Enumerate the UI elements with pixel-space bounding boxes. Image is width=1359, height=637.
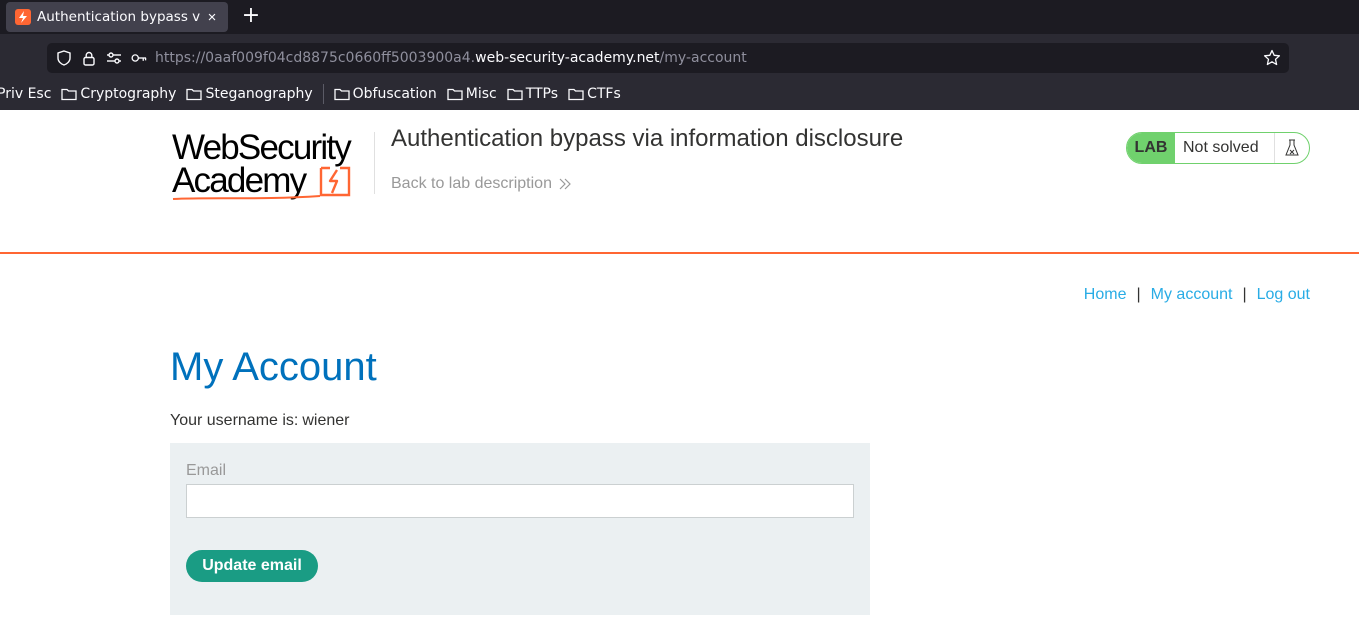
lab-title: Authentication bypass via information di… xyxy=(391,125,904,152)
tab-close-icon[interactable]: × xyxy=(204,9,220,26)
lab-status-text: Not solved xyxy=(1183,139,1259,156)
bookmark-label: Cryptography xyxy=(80,86,177,102)
folder-icon xyxy=(186,88,203,101)
web-security-academy-logo[interactable]: WebSecurity Academy xyxy=(172,130,372,202)
web-page: WebSecurity Academy Authentication bypas… xyxy=(0,110,1359,637)
double-chevron-right-icon xyxy=(559,178,571,190)
new-tab-button[interactable]: + xyxy=(240,5,262,27)
bookmark-label: Priv Esc xyxy=(0,86,52,102)
bookmark-label: CTFs xyxy=(587,86,621,102)
shield-icon[interactable] xyxy=(56,50,72,66)
update-email-button[interactable]: Update email xyxy=(186,550,318,582)
url-prefix: https://0aaf009f04cd8875c0660ff5003900a4… xyxy=(155,50,476,66)
lightning-icon xyxy=(319,166,351,197)
username-value: wiener xyxy=(302,412,350,429)
portswigger-favicon-icon xyxy=(15,9,31,25)
username-label: Your username is: xyxy=(170,412,299,429)
browser-tab[interactable]: Authentication bypass via information di… xyxy=(6,2,228,32)
header-orange-rule xyxy=(0,252,1359,254)
tab-title: Authentication bypass via information di… xyxy=(37,9,200,25)
nav-separator: | xyxy=(1136,286,1141,303)
bookmark-label: Misc xyxy=(465,86,497,102)
bookmark-star-icon[interactable] xyxy=(1263,49,1281,67)
change-email-form: Email Update email xyxy=(170,443,870,615)
nav-separator: | xyxy=(1242,286,1247,303)
bookmark-priv-esc[interactable]: Priv Esc xyxy=(0,86,51,102)
lab-status-widget: LAB Not solved xyxy=(1126,132,1310,164)
browser-nav-bar: https://0aaf009f04cd8875c0660ff5003900a4… xyxy=(0,34,1359,78)
bookmark-label: Steganography xyxy=(205,86,313,102)
nav-my-account-link[interactable]: My account xyxy=(1151,286,1233,304)
permissions-icon[interactable] xyxy=(106,50,122,66)
bookmark-ctfs[interactable]: CTFs xyxy=(568,86,621,102)
nav-home-link[interactable]: Home xyxy=(1084,286,1127,304)
back-link-label: Back to lab description xyxy=(391,175,552,192)
browser-tab-bar: Authentication bypass via information di… xyxy=(0,0,1359,34)
url-path: /my-account xyxy=(659,50,747,66)
page-title: My Account xyxy=(170,345,377,389)
key-icon[interactable] xyxy=(131,50,147,66)
bookmarks-toolbar: Priv Esc Cryptography Steganography Obfu… xyxy=(0,78,1359,110)
folder-icon xyxy=(447,88,463,101)
flask-icon xyxy=(1274,133,1309,163)
logo-underline xyxy=(172,195,321,200)
url-host: web-security-academy.net xyxy=(475,50,660,66)
bookmark-separator xyxy=(322,84,324,104)
nav-log-out-link[interactable]: Log out xyxy=(1257,286,1310,304)
folder-icon xyxy=(507,88,523,101)
bookmark-label: Obfuscation xyxy=(352,86,437,102)
lock-icon[interactable] xyxy=(81,50,97,66)
bookmark-cryptography[interactable]: Cryptography xyxy=(61,86,176,102)
header-divider xyxy=(374,132,375,194)
lab-badge: LAB xyxy=(1127,133,1175,163)
folder-icon xyxy=(333,88,350,101)
bookmark-obfuscation[interactable]: Obfuscation xyxy=(333,86,437,102)
bookmark-misc[interactable]: Misc xyxy=(447,86,497,102)
folder-icon xyxy=(61,88,78,101)
username-line: Your username is: wiener xyxy=(170,412,350,430)
email-field[interactable] xyxy=(186,484,854,518)
address-bar[interactable]: https://0aaf009f04cd8875c0660ff5003900a4… xyxy=(47,43,1289,73)
bookmark-ttps[interactable]: TTPs xyxy=(507,86,558,102)
url-text[interactable]: https://0aaf009f04cd8875c0660ff5003900a4… xyxy=(155,50,747,66)
back-to-lab-description-link[interactable]: Back to lab description xyxy=(391,175,571,193)
bookmark-steganography[interactable]: Steganography xyxy=(186,86,313,102)
folder-icon xyxy=(568,88,584,101)
email-label: Email xyxy=(186,462,227,479)
bookmark-label: TTPs xyxy=(525,86,559,102)
top-navigation: Home | My account | Log out xyxy=(1084,286,1310,304)
